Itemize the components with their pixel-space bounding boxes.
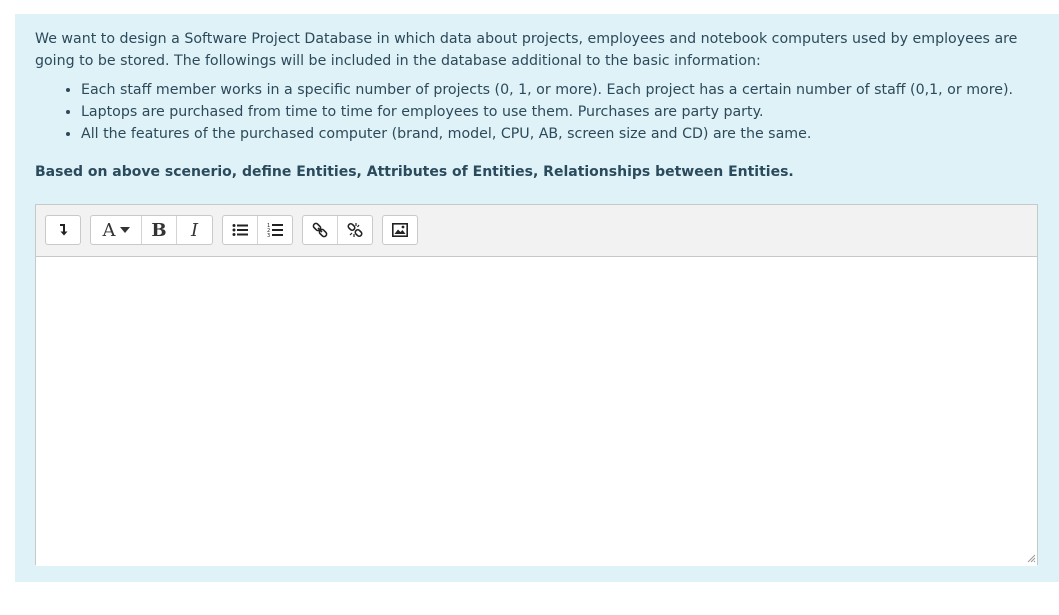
resize-grip-icon[interactable] [1026,553,1036,563]
unordered-list-button[interactable] [223,216,258,244]
unlink-icon [347,222,363,238]
svg-text:3: 3 [267,233,270,238]
font-style-dropdown[interactable]: A [91,216,142,244]
question-bullet: Laptops are purchased from time to time … [81,101,1045,123]
toolbar-group-links [302,215,373,245]
answer-editor: A B I 1 2 3 [35,204,1038,566]
link-icon [312,222,328,238]
ordered-list-icon: 1 2 3 [267,223,283,238]
toolbar-group-media [382,215,418,245]
unordered-list-icon [232,224,248,236]
question-panel: We want to design a Software Project Dat… [15,14,1059,582]
question-bullet: Each staff member works in a specific nu… [81,79,1045,101]
editor-toolbar: A B I 1 2 3 [36,205,1037,257]
bold-label: B [151,219,167,241]
question-intro: We want to design a Software Project Dat… [35,31,1018,69]
image-icon [392,223,408,237]
ordered-list-button[interactable]: 1 2 3 [258,216,292,244]
bold-button[interactable]: B [142,216,177,244]
toolbar-group-format: A B I [90,215,213,245]
chevron-down-icon [119,227,130,233]
question-bullet: All the features of the purchased comput… [81,123,1045,145]
question-text: We want to design a Software Project Dat… [35,28,1045,183]
italic-button[interactable]: I [177,216,212,244]
answer-text-area[interactable] [36,257,1037,566]
insert-image-button[interactable] [383,216,417,244]
arrow-down-icon [60,224,68,236]
unlink-button[interactable] [338,216,372,244]
question-bullet-list: Each staff member works in a specific nu… [35,79,1045,145]
toolbar-group-toggle [45,215,81,245]
italic-label: I [190,219,199,241]
toolbar-group-lists: 1 2 3 [222,215,293,245]
toolbar-toggle-button[interactable] [46,216,80,244]
font-style-label: A [102,219,116,241]
question-prompt: Based on above scenerio, define Entities… [35,164,794,180]
link-button[interactable] [303,216,338,244]
